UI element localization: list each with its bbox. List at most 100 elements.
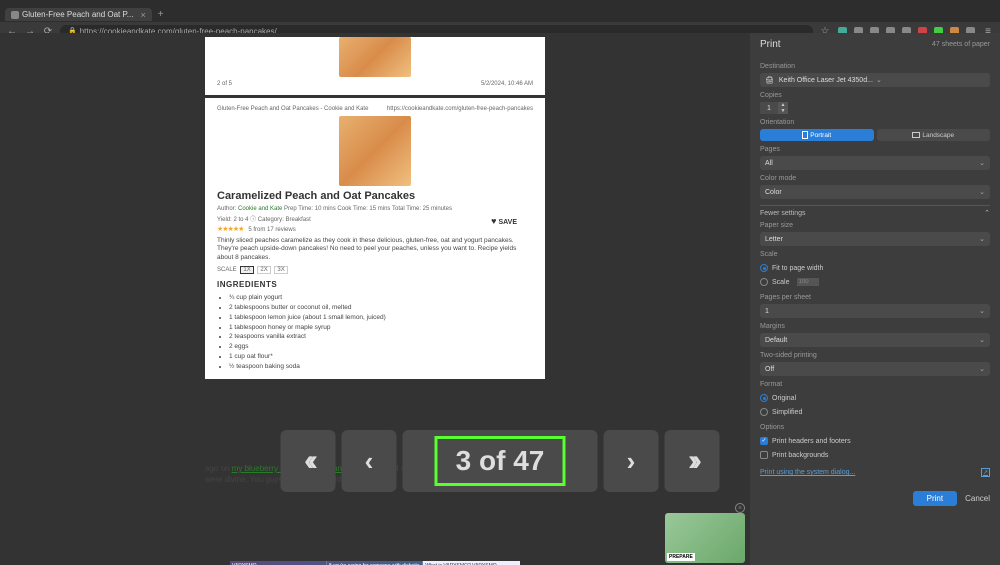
radio-icon	[760, 264, 768, 272]
orientation-label: Orientation	[760, 119, 990, 126]
portrait-button[interactable]: Portrait	[760, 129, 874, 141]
close-icon[interactable]: ×	[140, 10, 145, 20]
headers-checkbox[interactable]: Print headers and footers	[760, 437, 990, 445]
color-mode-label: Color mode	[760, 175, 990, 182]
window-title-bar	[0, 0, 1000, 7]
destination-select[interactable]: Keith Office Laser Jet 4350d...	[760, 73, 990, 87]
checkbox-icon	[760, 451, 768, 459]
print-title: Print	[760, 39, 781, 50]
rating: ★★★★★ 5 from 17 reviews	[217, 225, 533, 233]
prepare-label: PREPARE	[667, 553, 695, 561]
copies-stepper[interactable]: ▲▼	[760, 102, 990, 114]
star-rating: ★★★★★	[217, 226, 243, 233]
list-item: 2 tablespoons butter or coconut oil, mel…	[229, 303, 533, 313]
video-thumbnail[interactable]: PREPARE	[665, 513, 745, 563]
copies-input[interactable]	[760, 102, 778, 114]
list-item: 1 tablespoon honey or maple syrup	[229, 323, 533, 333]
scale-row: SCALE 1X 2X 3X	[217, 266, 533, 274]
ad-text-2: What is VARYSMO? VARYSMO (faricimab-svoa…	[423, 561, 520, 565]
radio-icon	[760, 394, 768, 402]
options-label: Options	[760, 424, 990, 431]
prev-page-button[interactable]: ‹	[342, 430, 397, 492]
chevron-right-icon: ›	[627, 446, 636, 477]
page-navigator-overlay: ‹‹ ‹ 3 of 47 › ››	[281, 430, 720, 492]
close-icon[interactable]: ×	[735, 503, 745, 513]
copies-label: Copies	[760, 92, 990, 99]
next-page-button[interactable]: ›	[604, 430, 659, 492]
format-label: Format	[760, 381, 990, 388]
list-item: 2 eggs	[229, 342, 533, 352]
scale-radio[interactable]: Scale	[760, 278, 990, 286]
ad-logo: VARYSMO	[230, 561, 327, 565]
color-mode-select[interactable]: Color	[760, 185, 990, 199]
backgrounds-checkbox[interactable]: Print backgrounds	[760, 451, 990, 459]
list-item: 2 teaspoons vanilla extract	[229, 332, 533, 342]
two-sided-select[interactable]: Off	[760, 362, 990, 376]
ad-banner[interactable]: VARYSMO If you're caring for someone wit…	[230, 561, 520, 565]
tab-title: Gluten-Free Peach and Oat P...	[22, 10, 133, 19]
preview-page-2: 2 of 5 5/2/2024, 10:46 AM	[205, 37, 545, 95]
ingredients-list: ¾ cup plain yogurt 2 tablespoons butter …	[217, 293, 533, 371]
preview-page-3: Gluten-Free Peach and Oat Pancakes - Coo…	[205, 98, 545, 379]
rating-count: 5 from 17 reviews	[248, 227, 295, 233]
first-page-button[interactable]: ‹‹	[281, 430, 336, 492]
pages-label: Pages	[760, 146, 990, 153]
scale-2x: 2X	[257, 266, 270, 274]
two-sided-label: Two-sided printing	[760, 352, 990, 359]
chevron-up-icon: ⌃	[984, 209, 990, 217]
checkbox-icon	[760, 437, 768, 445]
paper-size-label: Paper size	[760, 222, 990, 229]
heart-icon: ♥	[491, 216, 496, 226]
pps-label: Pages per sheet	[760, 294, 990, 301]
radio-icon	[760, 408, 768, 416]
landscape-icon	[912, 132, 920, 138]
page-counter-text: 3 of 47	[435, 436, 566, 486]
recipe-image	[339, 37, 411, 77]
page-header-title: Gluten-Free Peach and Oat Pancakes - Coo…	[217, 106, 368, 112]
list-item: 1 cup oat flour*	[229, 352, 533, 362]
print-dialog: Print 47 sheets of paper Destination Kei…	[750, 33, 1000, 565]
ad-text-1: If you're caring for someone with diabet…	[327, 561, 424, 565]
system-dialog-link[interactable]: Print using the system dialog...↗	[760, 468, 990, 477]
list-item: 1 tablespoon lemon juice (about 1 small …	[229, 313, 533, 323]
recipe-description: Thinly sliced peaches caramelize as they…	[217, 237, 533, 262]
tab-favicon	[11, 11, 19, 19]
margins-select[interactable]: Default	[760, 333, 990, 347]
browser-tab[interactable]: Gluten-Free Peach and Oat P... ×	[5, 8, 152, 21]
format-simplified-radio[interactable]: Simplified	[760, 408, 990, 416]
radio-icon	[760, 278, 768, 286]
landscape-button[interactable]: Landscape	[877, 129, 991, 141]
ingredients-heading: INGREDIENTS	[217, 280, 533, 289]
chevron-down-icon[interactable]: ▼	[778, 108, 788, 114]
tab-bar: Gluten-Free Peach and Oat P... × +	[0, 7, 1000, 22]
cancel-button[interactable]: Cancel	[965, 491, 990, 506]
external-link-icon: ↗	[981, 468, 990, 477]
pages-select[interactable]: All	[760, 156, 990, 170]
margins-label: Margins	[760, 323, 990, 330]
page-timestamp: 5/2/2024, 10:46 AM	[481, 81, 533, 87]
print-button[interactable]: Print	[913, 491, 957, 506]
recipe-title: Caramelized Peach and Oat Pancakes	[217, 190, 533, 202]
page-number: 2 of 5	[217, 81, 232, 87]
recipe-image	[339, 116, 411, 186]
page-counter: 3 of 47	[403, 430, 598, 492]
scale-3x: 3X	[274, 266, 287, 274]
new-tab-button[interactable]: +	[158, 9, 164, 20]
paper-size-select[interactable]: Letter	[760, 232, 990, 246]
fit-to-width-radio[interactable]: Fit to page width	[760, 264, 990, 272]
pps-select[interactable]: 1	[760, 304, 990, 318]
save-button: ♥ SAVE	[491, 216, 517, 226]
fewer-settings-toggle[interactable]: Fewer settings⌃	[760, 209, 990, 217]
recipe-meta-line-1: Author: Cookie and Kate Prep Time: 10 mi…	[217, 206, 533, 212]
scale-label: Scale	[760, 251, 990, 258]
scale-input[interactable]	[797, 278, 819, 286]
recipe-meta-line-2: Yield: 2 to 4 ⓘ Category: Breakfast	[217, 214, 533, 223]
page-header-url: https://cookieandkate.com/gluten-free-pe…	[387, 106, 533, 112]
chevron-double-left-icon: ‹‹	[304, 444, 312, 478]
list-item: ½ teaspoon baking soda	[229, 362, 533, 372]
format-original-radio[interactable]: Original	[760, 394, 990, 402]
chevron-left-icon: ‹	[365, 446, 374, 477]
portrait-icon	[802, 131, 808, 139]
author-link: Cookie and Kate	[238, 206, 282, 212]
last-page-button[interactable]: ››	[665, 430, 720, 492]
